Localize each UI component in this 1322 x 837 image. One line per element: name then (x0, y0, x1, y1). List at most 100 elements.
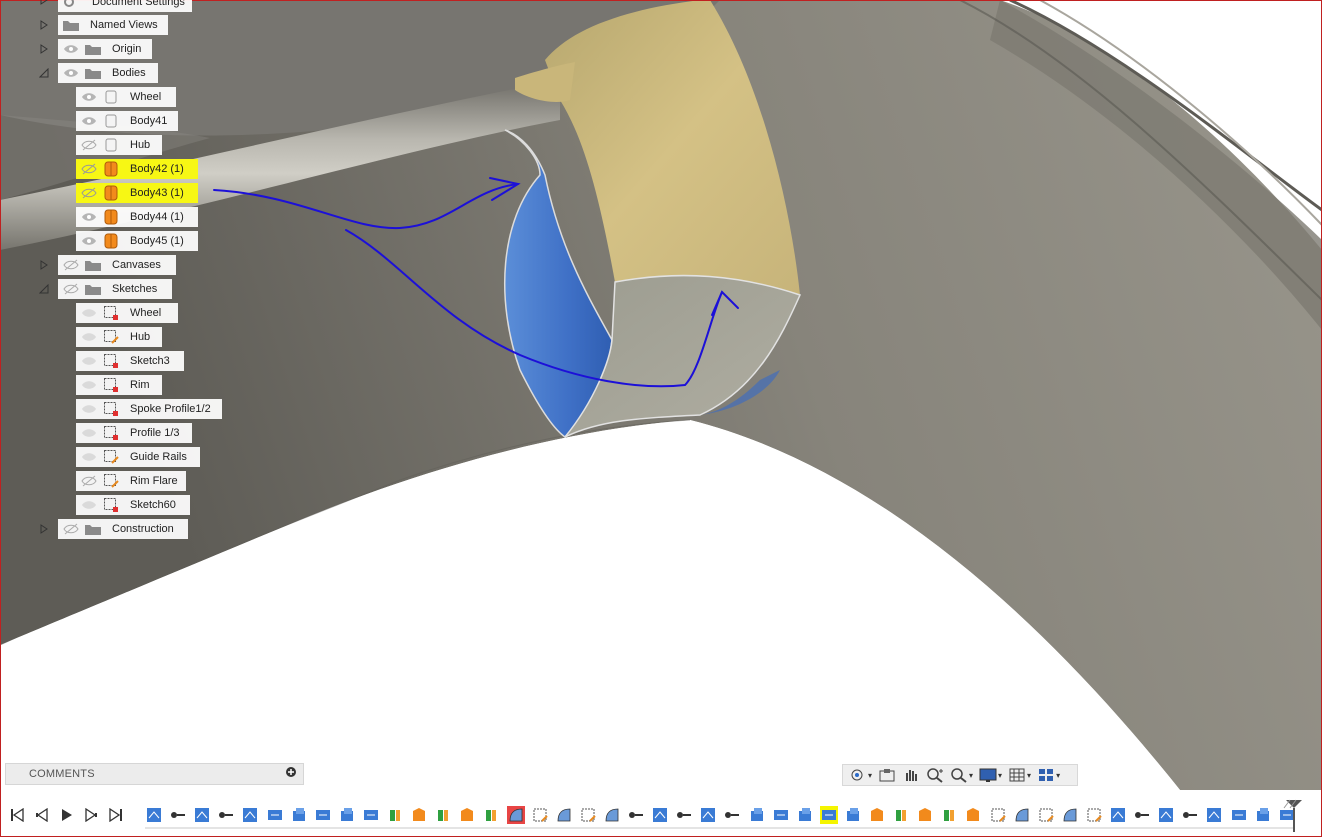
timeline-feature-icon[interactable] (434, 806, 452, 824)
tree-sketch-hub[interactable]: Hub (76, 327, 162, 347)
timeline-feature-icon[interactable] (458, 806, 476, 824)
timeline-feature-icon[interactable] (964, 806, 982, 824)
timeline-feature-icon[interactable] (1085, 806, 1103, 824)
tree-folder-origin[interactable]: Origin (58, 39, 152, 59)
tree-sketch-sketch60[interactable]: Sketch60 (76, 495, 190, 515)
timeline-feature-icon[interactable] (1133, 806, 1151, 824)
tree-body-body41[interactable]: Body41 (76, 111, 178, 131)
eye-faded-icon[interactable] (80, 378, 98, 392)
eye-faded-icon[interactable] (80, 306, 98, 320)
tree-sketch-rim[interactable]: Rim (76, 375, 162, 395)
timeline-feature-icon[interactable] (579, 806, 597, 824)
eye-faded-icon[interactable] (80, 354, 98, 368)
display-settings-icon[interactable]: ▾ (977, 766, 1004, 784)
timeline-feature-icon[interactable] (1061, 806, 1079, 824)
timeline-feature-icon[interactable] (555, 806, 573, 824)
timeline-feature-icon[interactable] (651, 806, 669, 824)
eye-icon[interactable] (80, 234, 98, 248)
tree-sketch-spoke-profile[interactable]: Spoke Profile1/2 (76, 399, 222, 419)
timeline-feature-icon[interactable] (796, 806, 814, 824)
grid-icon[interactable]: ▾ (1006, 766, 1033, 784)
timeline-feature-icon[interactable] (1205, 806, 1223, 824)
timeline-feature-icon[interactable] (868, 806, 886, 824)
eye-hidden-icon[interactable] (80, 162, 98, 176)
timeline-feature-icon[interactable] (482, 806, 500, 824)
timeline-feature-icon[interactable] (193, 806, 211, 824)
timeline-marker[interactable] (1282, 798, 1306, 832)
timeline-feature-icon[interactable] (290, 806, 308, 824)
eye-icon[interactable] (62, 66, 80, 80)
eye-hidden-icon[interactable] (80, 138, 98, 152)
timeline-feature-icon[interactable] (145, 806, 163, 824)
tree-folder-construction[interactable]: Construction (58, 519, 188, 539)
tree-sketch-wheel[interactable]: Wheel (76, 303, 178, 323)
timeline-feature-icon[interactable] (314, 806, 332, 824)
expand-arrow-icon[interactable] (38, 19, 50, 31)
tree-sketch-rim-flare[interactable]: Rim Flare (76, 471, 186, 491)
timeline-feature-icon[interactable] (892, 806, 910, 824)
timeline-feature-icon[interactable] (1230, 806, 1248, 824)
timeline-feature-icon[interactable] (989, 806, 1007, 824)
tree-sketch-profile[interactable]: Profile 1/3 (76, 423, 192, 443)
eye-icon[interactable] (80, 114, 98, 128)
timeline-feature-icon[interactable] (627, 806, 645, 824)
pan-icon[interactable] (900, 766, 922, 784)
timeline-feature-icon[interactable] (217, 806, 235, 824)
eye-faded-icon[interactable] (80, 330, 98, 344)
timeline-feature-icon[interactable] (675, 806, 693, 824)
timeline-feature-icon[interactable] (338, 806, 356, 824)
eye-faded-icon[interactable] (80, 450, 98, 464)
add-comment-icon[interactable] (285, 765, 297, 783)
tree-folder-bodies[interactable]: Bodies (58, 63, 158, 83)
timeline-feature-icon[interactable] (1013, 806, 1031, 824)
tree-sketch-guide-rails[interactable]: Guide Rails (76, 447, 200, 467)
tree-folder-sketches[interactable]: Sketches (58, 279, 172, 299)
timeline-feature-icon[interactable] (1037, 806, 1055, 824)
timeline-feature-icon[interactable] (507, 806, 525, 824)
zoom-icon[interactable] (924, 766, 946, 784)
viewports-icon[interactable]: ▾ (1035, 766, 1062, 784)
tree-body-hub[interactable]: Hub (76, 135, 162, 155)
timeline-feature-icon[interactable] (940, 806, 958, 824)
timeline-feature-icon[interactable] (531, 806, 549, 824)
tree-body-body43[interactable]: Body43 (1) (76, 183, 198, 203)
eye-faded-icon[interactable] (80, 426, 98, 440)
expand-arrow-icon[interactable] (38, 523, 50, 535)
timeline-feature-icon[interactable] (772, 806, 790, 824)
step-forward-icon[interactable] (81, 805, 101, 825)
expand-arrow-icon[interactable] (38, 259, 50, 271)
eye-icon[interactable] (80, 90, 98, 104)
timeline-feature-icon[interactable] (241, 806, 259, 824)
timeline-feature-icon[interactable] (410, 806, 428, 824)
collapse-arrow-icon[interactable] (38, 283, 50, 295)
timeline-feature-icon[interactable] (603, 806, 621, 824)
timeline-feature-icon[interactable] (1181, 806, 1199, 824)
eye-icon[interactable] (80, 210, 98, 224)
tree-folder-document-settings[interactable]: Document Settings (58, 0, 192, 12)
timeline-feature-icon[interactable] (386, 806, 404, 824)
timeline-feature-icon[interactable] (362, 806, 380, 824)
eye-faded-icon[interactable] (80, 498, 98, 512)
step-back-icon[interactable] (32, 805, 52, 825)
timeline-feature-icon[interactable] (723, 806, 741, 824)
timeline-feature-icon[interactable] (844, 806, 862, 824)
tree-body-wheel[interactable]: Wheel (76, 87, 176, 107)
tree-body-body45[interactable]: Body45 (1) (76, 231, 198, 251)
eye-icon[interactable] (62, 42, 80, 56)
timeline-feature-icon[interactable] (1157, 806, 1175, 824)
timeline-feature-icon[interactable] (266, 806, 284, 824)
eye-hidden-icon[interactable] (62, 522, 80, 536)
play-icon[interactable] (57, 805, 77, 825)
tree-folder-canvases[interactable]: Canvases (58, 255, 176, 275)
expand-arrow-icon[interactable] (38, 43, 50, 55)
collapse-arrow-icon[interactable] (38, 67, 50, 79)
eye-hidden-icon[interactable] (80, 186, 98, 200)
timeline-feature-icon[interactable] (1254, 806, 1272, 824)
go-to-end-icon[interactable] (106, 805, 126, 825)
timeline-feature-icon[interactable] (916, 806, 934, 824)
expand-arrow-icon[interactable] (38, 0, 50, 6)
eye-hidden-icon[interactable] (62, 258, 80, 272)
eye-hidden-icon[interactable] (80, 474, 98, 488)
tree-body-body44[interactable]: Body44 (1) (76, 207, 198, 227)
tree-folder-named-views[interactable]: Named Views (58, 15, 168, 35)
